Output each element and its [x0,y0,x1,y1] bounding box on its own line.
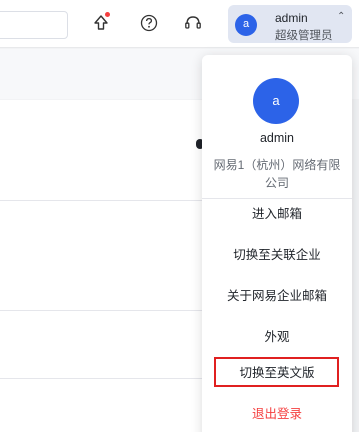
user-menu-trigger[interactable]: a admin 超级管理员 ⌃ [228,5,352,43]
support-headset-icon[interactable] [182,12,204,34]
upgrade-icon[interactable] [90,12,112,34]
menu-divider [202,198,352,199]
menu-item-enter-mailbox[interactable]: 进入邮箱 [202,202,352,226]
search-input[interactable] [0,11,68,39]
menu-user-name: admin [259,131,295,145]
highlight-box [214,357,339,387]
avatar: a [235,14,257,36]
user-role: 超级管理员 [275,30,333,42]
user-name: admin [275,11,308,25]
menu-avatar: a [253,78,299,124]
help-icon[interactable] [138,12,160,34]
menu-item-appearance[interactable]: 外观 [202,325,352,349]
content-panel [0,100,210,432]
menu-item-switch-affiliate[interactable]: 切换至关联企业 [202,243,352,267]
notification-dot [105,12,110,17]
divider [0,378,210,379]
chevron-up-icon: ⌃ [337,11,346,22]
divider [0,200,210,201]
user-dropdown-menu: a admin 网易1（杭州）网络有限公司 进入邮箱 切换至关联企业 关于网易企… [202,55,352,432]
menu-item-about[interactable]: 关于网易企业邮箱 [202,284,352,308]
top-header: a admin 超级管理员 ⌃ [0,0,359,48]
divider [0,310,210,311]
menu-item-logout[interactable]: 退出登录 [202,402,352,426]
menu-company-name: 网易1（杭州）网络有限公司 [213,158,341,190]
